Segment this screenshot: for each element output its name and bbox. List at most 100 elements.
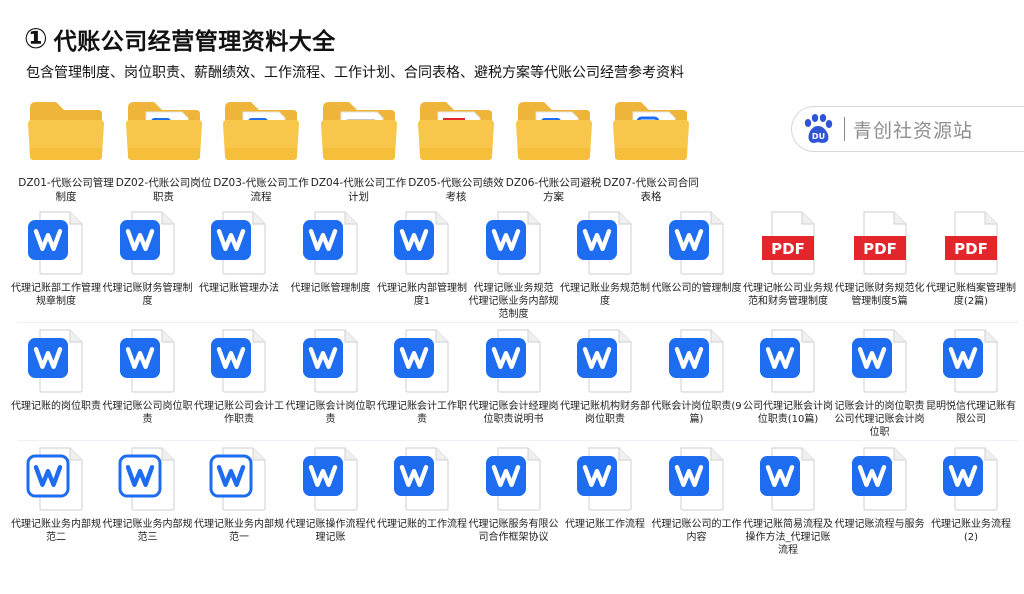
- folder-item[interactable]: DZ06-代账公司避税方案: [506, 98, 602, 208]
- file-label: 代理记账流程与服务: [834, 519, 925, 530]
- svg-text:PDF: PDF: [863, 240, 897, 258]
- file-item[interactable]: 代理记账管理办法: [193, 210, 285, 328]
- file-item[interactable]: 代理记账工作流程: [559, 446, 651, 564]
- word-file-icon: [118, 446, 178, 512]
- word-file-icon: [575, 210, 635, 276]
- file-item[interactable]: 代理记账会计经理岗位职责说明书: [468, 328, 560, 446]
- file-item[interactable]: 昆明悦信代理记账有限公司: [925, 328, 1017, 446]
- page-title: 代账公司经营管理资料大全: [53, 29, 336, 55]
- file-item[interactable]: 代理记账部工作管理规章制度: [10, 210, 102, 328]
- du-badge-text: DU: [812, 132, 825, 141]
- folder-item[interactable]: DZ05-代账公司绩效考核: [408, 98, 504, 208]
- header: ① 代账公司经营管理资料大全: [24, 22, 336, 56]
- file-label: 代理记账部工作管理规章制度: [11, 283, 101, 307]
- file-item[interactable]: 代理记账业务内部规范三: [102, 446, 194, 564]
- row-divider: [18, 322, 1018, 323]
- word-file-icon: [392, 210, 452, 276]
- word-file-icon: [758, 446, 818, 512]
- file-item[interactable]: 公司代理记账会计岗位职责(10篇): [742, 328, 834, 446]
- word-file-icon: [301, 328, 361, 394]
- file-label: 代理记账公司岗位职责: [102, 401, 193, 425]
- watermark-text: 青创社资源站: [853, 119, 974, 142]
- file-item[interactable]: 代理记账财务管理制度: [102, 210, 194, 328]
- file-item[interactable]: 代理记账的工作流程: [376, 446, 468, 564]
- file-item[interactable]: 代理记账公司的工作内容: [651, 446, 743, 564]
- title-number: ①: [24, 22, 48, 55]
- file-item[interactable]: 代理记账简易流程及操作方法_代理记账流程: [742, 446, 834, 564]
- file-item[interactable]: 代理记账的岗位职责: [10, 328, 102, 446]
- word-file-icon: [575, 446, 635, 512]
- word-file-icon: [209, 328, 269, 394]
- file-label: 代理记账业务规范制度: [560, 283, 650, 307]
- file-label: 代理记账财务规范化管理制度5篇: [834, 283, 925, 307]
- file-label: 代理记账工作流程: [565, 519, 645, 530]
- file-item[interactable]: 代理记账公司岗位职责: [102, 328, 194, 446]
- watermark-divider: [844, 117, 845, 141]
- file-label: 昆明悦信代理记账有限公司: [926, 401, 1016, 425]
- file-item[interactable]: 代理记账业务流程 (2): [925, 446, 1017, 564]
- file-item[interactable]: 代理记账内部管理制度1: [376, 210, 468, 328]
- file-item[interactable]: 记账会计的岗位职责公司代理记账会计岗位职: [834, 328, 926, 446]
- word-file-icon: [26, 328, 86, 394]
- file-label: 代账公司的管理制度: [651, 283, 742, 294]
- file-item[interactable]: 代理记账管理制度: [285, 210, 377, 328]
- file-item[interactable]: 代理记账服务有限公司合作框架协议: [468, 446, 560, 564]
- folder-label: DZ03-代账公司工作流程: [213, 177, 309, 203]
- word-file-icon: [26, 446, 86, 512]
- word-file-icon: [667, 210, 727, 276]
- word-file-icon: [484, 446, 544, 512]
- folder-label: DZ01-代账公司管理制度: [18, 177, 114, 203]
- word-file-icon: [392, 446, 452, 512]
- file-label: 公司代理记账会计岗位职责(10篇): [743, 401, 833, 425]
- file-item[interactable]: 代理记账流程与服务: [834, 446, 926, 564]
- file-label: 代理记账业务流程 (2): [931, 519, 1011, 543]
- folder-item[interactable]: DZ04-代账公司工作计划: [311, 98, 407, 208]
- file-label: 代理记账公司会计工作职责: [194, 401, 284, 425]
- word-file-icon: [301, 210, 361, 276]
- word-file-icon: [118, 328, 178, 394]
- file-label: 代理记账操作流程代理记账: [285, 519, 376, 543]
- word-file-icon: [118, 210, 178, 276]
- folder-item[interactable]: DZ01-代账公司管理制度: [18, 98, 114, 208]
- file-item[interactable]: 代理记账会计岗位职责: [285, 328, 377, 446]
- svg-text:PDF: PDF: [771, 240, 805, 258]
- file-label: 代理记账内部管理制度1: [377, 283, 467, 307]
- file-label: 代理记账简易流程及操作方法_代理记账流程: [743, 519, 833, 556]
- svg-text:PDF: PDF: [954, 240, 988, 258]
- word-file-icon: [484, 210, 544, 276]
- file-item[interactable]: 代理记账公司会计工作职责: [193, 328, 285, 446]
- file-item[interactable]: 代账公司的管理制度: [651, 210, 743, 328]
- file-label: 代理记账管理制度: [290, 283, 371, 294]
- file-item[interactable]: 代理记账业务规范制度: [559, 210, 651, 328]
- file-item[interactable]: 代理记账操作流程代理记账: [285, 446, 377, 564]
- file-item[interactable]: 代理记账业务内部规范一: [193, 446, 285, 564]
- pdf-file-icon: PDF: [941, 210, 1001, 276]
- file-label: 代理记账会计工作职责: [377, 401, 467, 425]
- folder-item[interactable]: DZ02-代账公司岗位职责: [116, 98, 212, 208]
- word-file-icon: [850, 328, 910, 394]
- word-file-icon: [484, 328, 544, 394]
- word-file-icon: [26, 210, 86, 276]
- folder-label: DZ04-代账公司工作计划: [310, 177, 407, 203]
- file-item[interactable]: 代理记账机构财务部岗位职责: [559, 328, 651, 446]
- file-label: 代理记账机构财务部岗位职责: [560, 401, 650, 425]
- word-file-icon: [850, 446, 910, 512]
- file-label: 代账会计岗位职责(9篇): [651, 401, 742, 425]
- word-file-icon: [392, 328, 452, 394]
- file-label: 代理记账的岗位职责: [11, 401, 101, 412]
- file-item[interactable]: 代理记账业务规范 代理记账业务内部规范制度: [468, 210, 560, 328]
- file-label: 代理记账的工作流程: [377, 519, 467, 530]
- folder-item[interactable]: DZ03-代账公司工作流程: [213, 98, 309, 208]
- file-item[interactable]: 代账会计岗位职责(9篇): [651, 328, 743, 446]
- row-divider: [18, 440, 1018, 441]
- baidu-du-icon: DU: [798, 109, 838, 149]
- file-item[interactable]: 代理记账会计工作职责: [376, 328, 468, 446]
- file-item[interactable]: PDF 代理记账财务规范化管理制度5篇: [834, 210, 926, 328]
- word-file-icon: [209, 446, 269, 512]
- folder-item[interactable]: DZ07-代账公司合同表格: [603, 98, 699, 208]
- file-label: 代理记账财务管理制度: [102, 283, 193, 307]
- file-label: 代理记账公司的工作内容: [651, 519, 742, 543]
- file-item[interactable]: PDF 代理记账档案管理制度(2篇): [925, 210, 1017, 328]
- file-item[interactable]: 代理记账业务内部规范二: [10, 446, 102, 564]
- file-item[interactable]: PDF 代理记帐公司业务规范和财务管理制度: [742, 210, 834, 328]
